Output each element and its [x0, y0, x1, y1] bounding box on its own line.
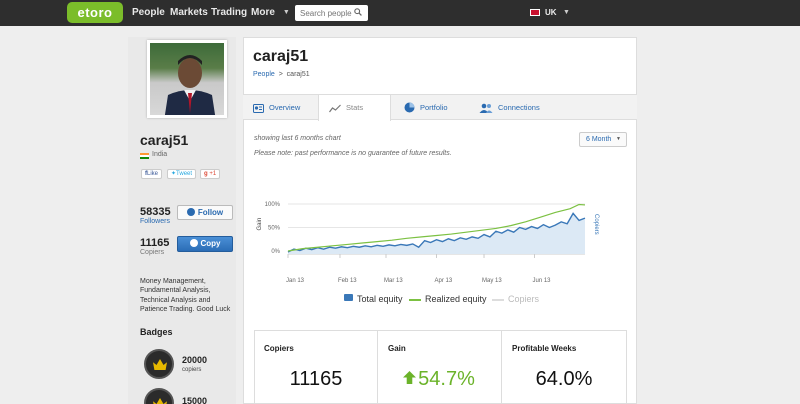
stats-cards — [254, 330, 627, 404]
gplus-icon: g — [204, 171, 208, 177]
badge-number: 15000 — [182, 396, 208, 404]
line-chart-icon — [329, 104, 341, 113]
breadcrumb: People > caraj51 — [253, 71, 310, 78]
gplus-button[interactable]: g +1 — [200, 169, 221, 179]
nav-markets[interactable]: Markets — [170, 0, 208, 26]
profile-username: caraj51 — [140, 132, 189, 148]
card-gain-title: Gain — [388, 344, 406, 353]
chevron-down-icon[interactable]: ▼ — [563, 0, 570, 26]
copiers-label: Copiers — [140, 249, 165, 256]
facebook-like-label: Like — [147, 171, 159, 177]
performance-disclaimer: Please note: past performance is no guar… — [254, 150, 452, 157]
legend-item-realized-equity[interactable]: Realized equity — [409, 292, 487, 306]
divider — [377, 331, 378, 404]
tab-portfolio[interactable]: Portfolio — [404, 95, 464, 120]
tweet-button[interactable]: ✦Tweet — [167, 169, 197, 179]
copy-button[interactable]: Copy — [177, 236, 233, 252]
y-axis-label: Gain — [257, 218, 263, 231]
tab-connections-label: Connections — [498, 103, 540, 112]
tweet-label: Tweet — [176, 171, 193, 177]
facebook-like-button[interactable]: fLike — [141, 169, 163, 179]
nav-people[interactable]: People — [132, 0, 165, 26]
period-select[interactable]: 6 Month ▼ — [579, 132, 627, 147]
x-tick-label: May 13 — [482, 278, 502, 284]
period-select-value: 6 Month — [586, 136, 612, 143]
badge-number: 20000 — [182, 355, 208, 365]
performance-chart: 0% 50% 100% Jan 13 Feb 13 Mar 13 Apr 13 May 13 J… — [257, 202, 599, 284]
card-gain: 54.7% — [384, 368, 494, 391]
nav-more-label: More — [251, 7, 275, 18]
tab-stats[interactable]: Stats — [318, 95, 391, 121]
avatar — [147, 40, 227, 118]
legend-label: Total equity — [357, 294, 403, 304]
y-tick-label: 50% — [268, 226, 281, 232]
legend-swatch — [492, 299, 504, 301]
y-tick-label: 0% — [271, 249, 280, 255]
legend-item-total-equity[interactable]: Total equity — [344, 292, 403, 306]
legend-item-copiers[interactable]: Copiers — [492, 292, 539, 306]
card-copiers-value: 11165 — [289, 368, 343, 390]
arrow-up-icon — [403, 371, 417, 384]
copiers-count: 11165 — [140, 237, 170, 249]
tab-overview-label: Overview — [269, 103, 301, 112]
follow-label: Follow — [197, 208, 224, 217]
card-copiers-title: Copiers — [264, 344, 294, 353]
tab-connections[interactable]: Connections — [479, 95, 559, 120]
legend-label: Realized equity — [425, 294, 487, 304]
followers-count: 58335 — [140, 206, 171, 218]
language-selector[interactable]: UK — [545, 0, 557, 26]
x-tick-label: Jan 13 — [286, 278, 305, 284]
pie-chart-icon — [404, 102, 415, 113]
etoro-logo[interactable]: etoro — [67, 2, 123, 23]
followers-link[interactable]: Followers — [140, 218, 170, 225]
y2-axis-label: Copiers — [593, 214, 599, 235]
divider — [501, 331, 502, 404]
card-gain-value: 54.7% — [418, 368, 475, 390]
badge-copiers-icon — [144, 349, 174, 379]
card-profitable-weeks-value: 64.0% — [535, 368, 593, 390]
gplus-label: +1 — [209, 171, 217, 177]
tab-overview[interactable]: Overview — [253, 95, 315, 120]
chevron-down-icon: ▼ — [616, 136, 621, 142]
badge-label: copiers — [182, 367, 202, 373]
profile-photo — [164, 55, 216, 115]
chart-period-note: showing last 6 months chart — [254, 135, 341, 142]
x-tick-label: Mar 13 — [384, 278, 403, 284]
legend-label: Copiers — [508, 294, 540, 304]
x-tick-label: Apr 13 — [435, 278, 453, 284]
uk-flag-icon — [530, 9, 540, 16]
id-card-icon — [253, 104, 264, 113]
breadcrumb-people-link[interactable]: People — [253, 71, 275, 78]
search-icon[interactable] — [354, 8, 362, 16]
profile-country: India — [152, 151, 168, 158]
chart-legend: Total equity Realized equity Copiers — [342, 292, 542, 306]
legend-swatch — [344, 294, 353, 301]
legend-swatch — [409, 299, 421, 301]
chevron-down-icon: ▼ — [282, 9, 290, 16]
copy-user-icon — [189, 239, 198, 247]
breadcrumb-current: caraj51 — [286, 71, 310, 78]
badges-title: Badges — [140, 327, 173, 337]
page-title: caraj51 — [253, 48, 309, 65]
add-user-icon — [186, 208, 195, 216]
card-profitable-weeks-title: Profitable Weeks — [512, 344, 577, 353]
profile-bio: Money Management, Fundamental Analysis, … — [140, 278, 231, 314]
india-flag-icon — [140, 153, 149, 159]
nav-more[interactable]: More ▼ — [251, 0, 290, 26]
nav-trading[interactable]: Trading — [211, 0, 247, 26]
breadcrumb-separator: > — [278, 71, 283, 78]
top-nav-bar: etoro People Markets Trading More ▼ UK ▼ — [0, 0, 800, 26]
copy-label: Copy — [200, 239, 221, 248]
x-tick-label: Jun 13 — [533, 278, 552, 284]
y-tick-label: 100% — [265, 202, 281, 208]
tab-stats-label: Stats — [346, 103, 364, 112]
users-icon — [479, 103, 493, 113]
x-tick-label: Feb 13 — [338, 278, 357, 284]
tab-portfolio-label: Portfolio — [420, 103, 448, 112]
follow-button[interactable]: Follow — [177, 205, 233, 220]
